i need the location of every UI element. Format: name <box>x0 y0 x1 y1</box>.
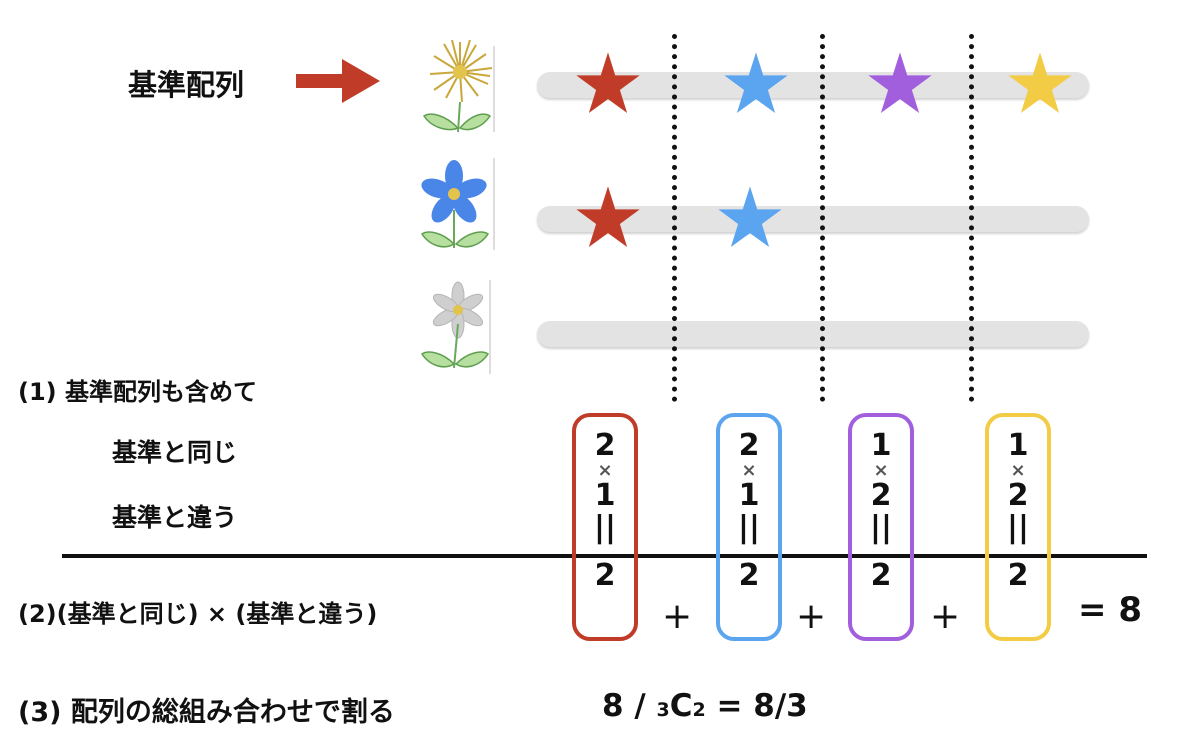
equals-sign: || <box>594 510 616 545</box>
same-count: 2 <box>738 428 760 463</box>
star-icon <box>724 52 788 114</box>
plus-sign: + <box>796 596 827 637</box>
star-icon <box>1008 52 1072 114</box>
white-flower-icon <box>420 280 491 374</box>
star-icon <box>718 186 782 248</box>
separator-line <box>820 34 825 402</box>
diff-count: 1 <box>738 478 760 513</box>
star-icon <box>576 52 640 114</box>
equals-sign: || <box>1007 510 1029 545</box>
column-1: 2 × 1 || 2 <box>575 430 635 592</box>
formula-numerator: 8 / <box>602 688 657 724</box>
array-3-track <box>537 321 1089 347</box>
same-count: 1 <box>870 428 892 463</box>
same-as-reference-label: 基準と同じ <box>112 438 238 467</box>
column-result: 2 <box>870 558 892 593</box>
equals-sign: || <box>738 510 760 545</box>
reference-array-label: 基準配列 <box>128 68 245 102</box>
star-icon <box>576 186 640 248</box>
formula-subscript-k: 2 <box>692 699 706 721</box>
step1-title: (1) 基準配列も含めて <box>18 378 257 406</box>
star-icon <box>868 52 932 114</box>
step2-formula-label: (2)(基準と同じ) × (基準と違う) <box>18 600 378 628</box>
plus-sign: + <box>662 596 693 637</box>
step3-label: (3) 配列の総組み合わせで割る <box>18 697 395 728</box>
formula-c: C <box>669 688 693 724</box>
separator-line <box>969 34 974 402</box>
diff-count: 2 <box>1007 478 1029 513</box>
column-result: 2 <box>1007 558 1029 593</box>
separator-line <box>672 34 677 402</box>
column-3: 1 × 2 || 2 <box>851 430 911 592</box>
column-result: 2 <box>594 558 616 593</box>
same-count: 1 <box>1007 428 1029 463</box>
combination-formula: 8 / 3C2 = 8/3 <box>602 688 808 724</box>
plus-sign: + <box>930 596 961 637</box>
diff-count: 2 <box>870 478 892 513</box>
sum-total: = 8 <box>1078 590 1142 630</box>
same-count: 2 <box>594 428 616 463</box>
blue-flower-icon <box>420 158 495 250</box>
yellow-flower-icon <box>422 39 495 133</box>
column-2: 2 × 1 || 2 <box>719 430 779 592</box>
diff-count: 1 <box>594 478 616 513</box>
formula-result: = 8/3 <box>705 688 808 724</box>
formula-subscript-n: 3 <box>656 699 670 721</box>
different-from-reference-label: 基準と違う <box>112 503 238 532</box>
arrow-right-icon <box>296 59 380 103</box>
column-4: 1 × 2 || 2 <box>988 430 1048 592</box>
column-result: 2 <box>738 558 760 593</box>
equals-sign: || <box>870 510 892 545</box>
